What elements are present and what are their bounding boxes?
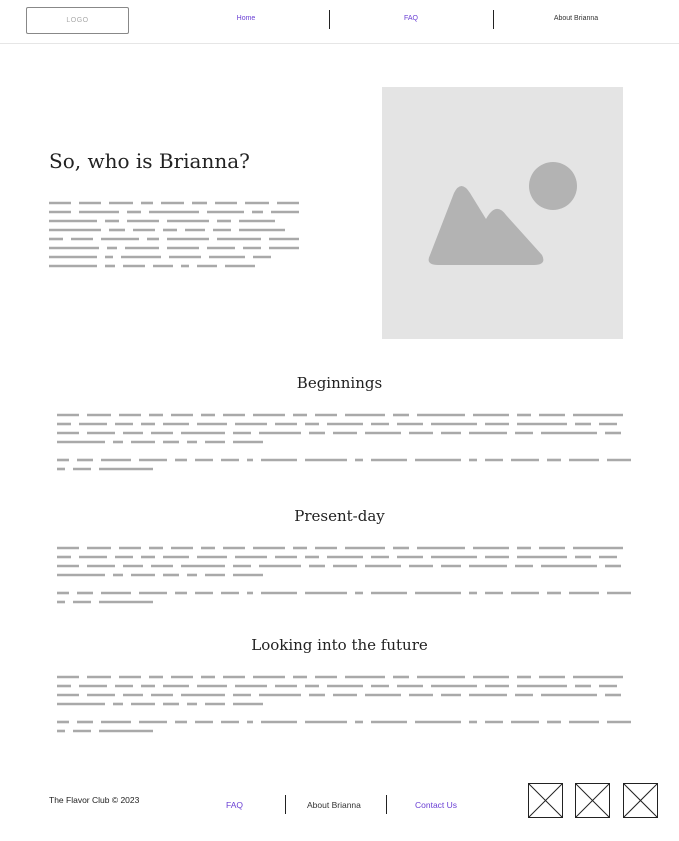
nav-link-about[interactable]: About Brianna	[526, 15, 626, 22]
footer-link-about[interactable]: About Brianna	[307, 800, 361, 810]
image-placeholder-icon	[428, 162, 577, 265]
section-beginnings-placeholder-text	[57, 413, 631, 471]
section-title-beginnings: Beginnings	[296, 374, 383, 392]
section-present-day-placeholder-text	[57, 546, 631, 604]
footer-link-faq[interactable]: FAQ	[226, 800, 243, 810]
footer-link-contact[interactable]: Contact Us	[415, 800, 457, 810]
nav-link-faq[interactable]: FAQ	[361, 15, 461, 22]
section-title-future: Looking into the future	[251, 636, 428, 654]
social-icon-3[interactable]	[623, 783, 658, 818]
nav-link-home[interactable]: Home	[196, 15, 296, 22]
hero-title: So, who is Brianna?	[49, 149, 250, 173]
section-future-placeholder-text	[57, 675, 631, 733]
section-title-present-day: Present-day	[294, 507, 385, 525]
hero-placeholder-text	[49, 201, 299, 268]
nav-divider	[329, 10, 330, 29]
social-icon-2[interactable]	[575, 783, 610, 818]
nav-divider	[493, 10, 494, 29]
footer-divider	[386, 795, 387, 814]
top-nav: LOGO Home FAQ About Brianna	[0, 0, 679, 44]
social-icon-1[interactable]	[528, 783, 563, 818]
hero-image-placeholder	[382, 87, 623, 339]
footer-copyright: The Flavor Club © 2023	[49, 795, 140, 805]
footer-divider	[285, 795, 286, 814]
logo[interactable]: LOGO	[26, 7, 129, 34]
